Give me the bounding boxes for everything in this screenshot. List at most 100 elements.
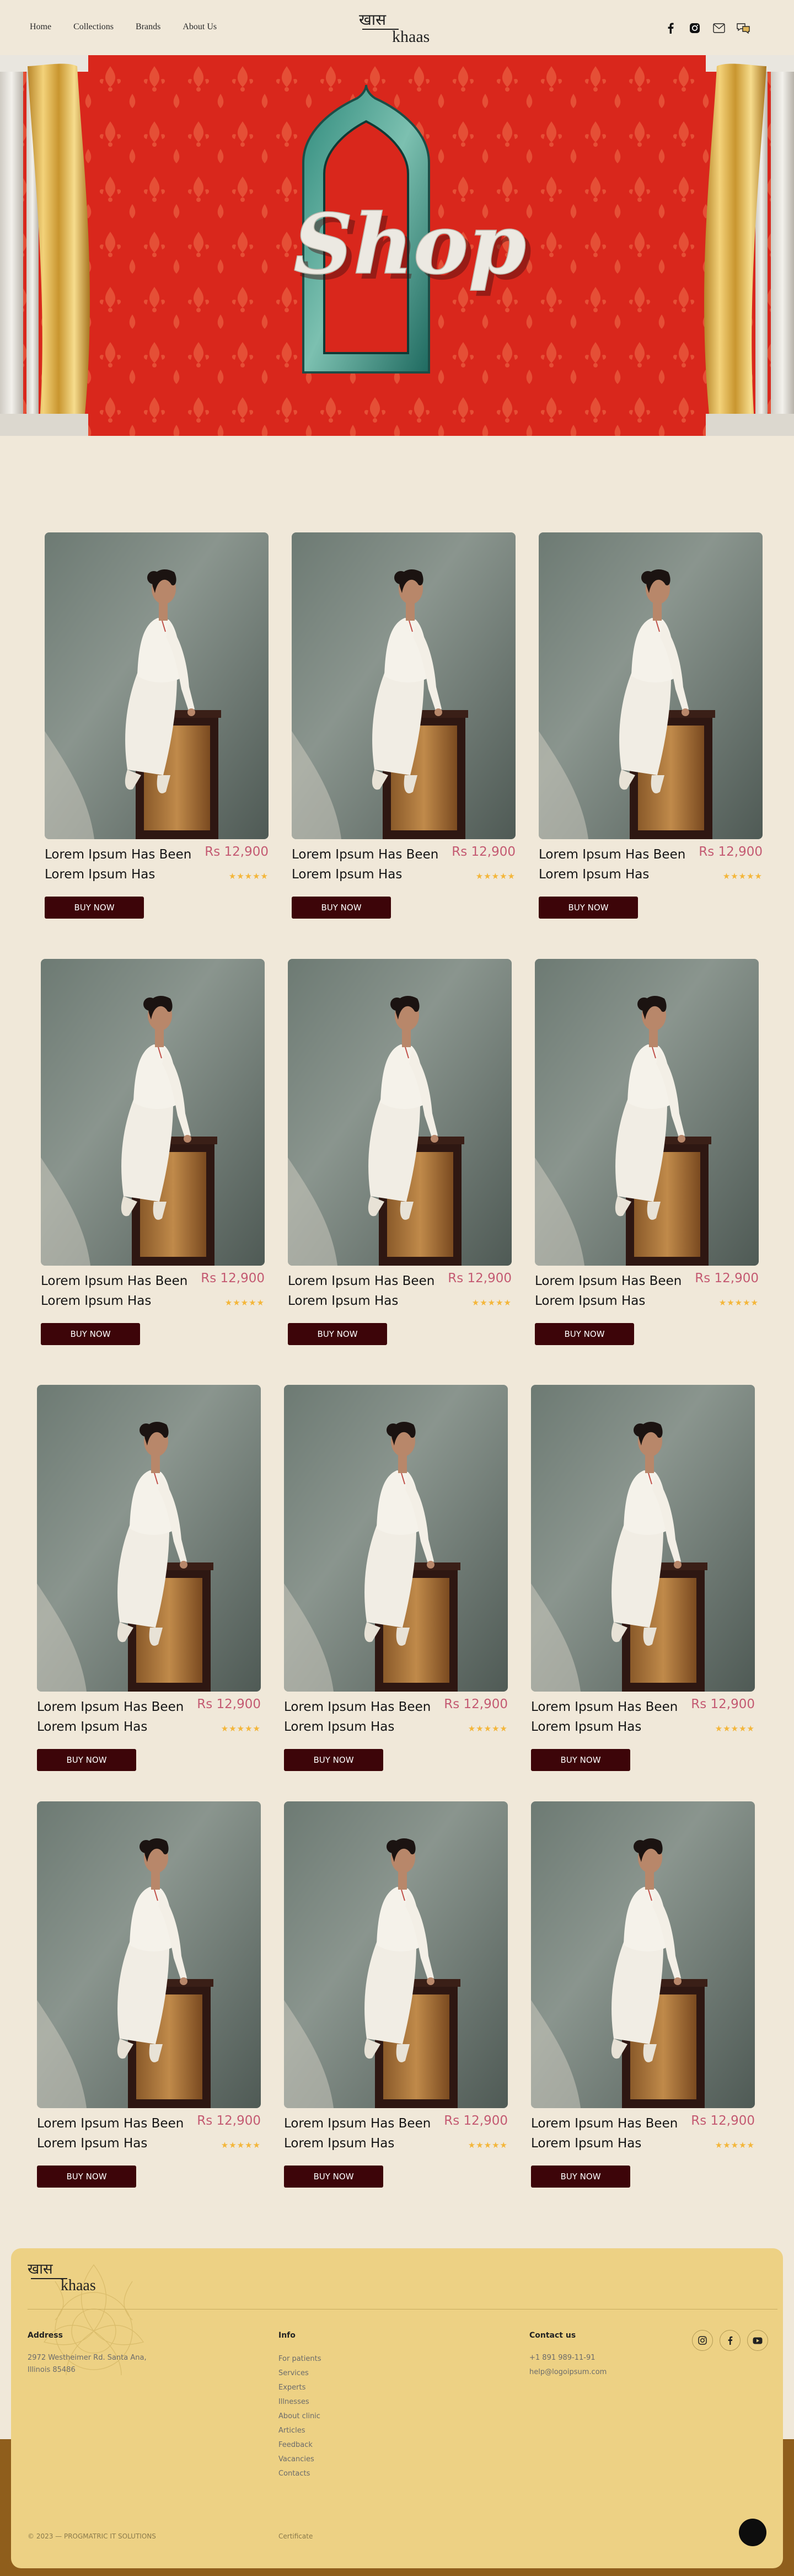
footer-link-experts[interactable]: Experts [278,2381,321,2395]
product-card[interactable]: Lorem Ipsum Has Been Lorem Ipsum Has Rs … [37,1385,261,1771]
buy-now-button[interactable]: BUY NOW [292,897,391,919]
footer-contact-phone[interactable]: +1 891 989-11-91 [529,2352,607,2364]
scroll-to-top-button[interactable] [739,2519,766,2546]
facebook-icon[interactable] [720,2330,741,2351]
product-price: Rs 12,900 [448,1271,512,1286]
product-card[interactable]: Lorem Ipsum Has Been Lorem Ipsum Has Rs … [535,959,759,1345]
buy-now-button[interactable]: BUY NOW [41,1323,140,1345]
chat-icon[interactable] [736,21,750,35]
star-rating: ★★★★★ [715,1724,755,1734]
footer-link-services[interactable]: Services [278,2366,321,2381]
product-card[interactable]: Lorem Ipsum Has Been Lorem Ipsum Has Rs … [284,1385,508,1771]
product-name[interactable]: Lorem Ipsum Has Been Lorem Ipsum Has [284,1697,438,1737]
nav-links: Home Collections Brands About Us [30,22,217,32]
product-card[interactable]: Lorem Ipsum Has Been Lorem Ipsum Has Rs … [292,532,516,919]
buy-now-button[interactable]: BUY NOW [531,2166,630,2188]
footer-info-heading: Info [278,2331,296,2340]
product-name[interactable]: Lorem Ipsum Has Been Lorem Ipsum Has [45,845,199,884]
product-image[interactable] [37,1385,261,1692]
product-name[interactable]: Lorem Ipsum Has Been Lorem Ipsum Has [37,2114,191,2153]
footer-link-for-patients[interactable]: For patients [278,2352,321,2366]
instagram-icon[interactable] [688,21,702,35]
footer-link-about-clinic[interactable]: About clinic [278,2409,321,2424]
product-price: Rs 12,900 [201,1271,265,1286]
product-image[interactable] [284,1385,508,1692]
product-image[interactable] [535,959,759,1266]
product-name[interactable]: Lorem Ipsum Has Been Lorem Ipsum Has [531,2114,685,2153]
buy-now-button[interactable]: BUY NOW [284,2166,383,2188]
buy-now-button[interactable]: BUY NOW [45,897,144,919]
footer-logo-hindi-text: खास [28,2261,53,2278]
product-name[interactable]: Lorem Ipsum Has Been Lorem Ipsum Has [292,845,446,884]
footer-contact-heading: Contact us [529,2331,576,2340]
product-image[interactable] [41,959,265,1266]
product-image[interactable] [531,1385,755,1692]
hero-illustration: Shop Shop [0,55,794,436]
hero-title: Shop [293,196,526,293]
footer-link-illnesses[interactable]: Illnesses [278,2395,321,2409]
product-image[interactable] [284,1801,508,2108]
star-rating: ★★★★★ [221,2141,261,2150]
star-rating: ★★★★★ [475,872,516,881]
product-name[interactable]: Lorem Ipsum Has Been Lorem Ipsum Has [41,1271,195,1311]
star-rating: ★★★★★ [221,1724,261,1734]
facebook-icon[interactable] [663,21,678,35]
product-image[interactable] [45,532,269,839]
product-price: Rs 12,900 [691,2114,755,2128]
product-name[interactable]: Lorem Ipsum Has Been Lorem Ipsum Has [539,845,693,884]
nav-link-brands[interactable]: Brands [136,22,160,32]
footer-brand-logo[interactable]: खास khaas [28,2258,110,2297]
footer-copyright: © 2023 — PROGMATRIC IT SOLUTIONS [28,2532,156,2540]
footer-link-feedback[interactable]: Feedback [278,2438,321,2452]
product-card[interactable]: Lorem Ipsum Has Been Lorem Ipsum Has Rs … [531,1801,755,2188]
product-name[interactable]: Lorem Ipsum Has Been Lorem Ipsum Has [531,1697,685,1737]
hero-banner: Shop Shop [0,55,794,436]
product-image[interactable] [37,1801,261,2108]
nav-social-icons [663,21,750,35]
buy-now-button[interactable]: BUY NOW [37,2166,136,2188]
nav-link-about-us[interactable]: About Us [183,22,217,32]
product-image[interactable] [288,959,512,1266]
product-card[interactable]: Lorem Ipsum Has Been Lorem Ipsum Has Rs … [539,532,763,919]
product-image[interactable] [531,1801,755,2108]
footer-certificate-link[interactable]: Certificate [278,2532,313,2540]
product-price: Rs 12,900 [452,845,516,859]
product-image[interactable] [292,532,516,839]
youtube-icon[interactable] [747,2330,768,2351]
footer-logo-english-text: khaas [61,2277,96,2294]
product-price: Rs 12,900 [699,845,763,859]
star-rating: ★★★★★ [471,1298,512,1308]
footer-address-heading: Address [28,2331,63,2340]
footer-divider [28,2309,777,2310]
instagram-icon[interactable] [692,2330,713,2351]
buy-now-button[interactable]: BUY NOW [531,1749,630,1771]
product-name[interactable]: Lorem Ipsum Has Been Lorem Ipsum Has [284,2114,438,2153]
product-card[interactable]: Lorem Ipsum Has Been Lorem Ipsum Has Rs … [37,1801,261,2188]
brand-logo[interactable]: खास khaas [359,9,442,47]
buy-now-button[interactable]: BUY NOW [37,1749,136,1771]
product-card[interactable]: Lorem Ipsum Has Been Lorem Ipsum Has Rs … [531,1385,755,1771]
product-card[interactable]: Lorem Ipsum Has Been Lorem Ipsum Has Rs … [284,1801,508,2188]
logo-hindi-text: खास [359,10,387,29]
product-image[interactable] [539,532,763,839]
nav-link-collections[interactable]: Collections [73,22,114,32]
product-card[interactable]: Lorem Ipsum Has Been Lorem Ipsum Has Rs … [288,959,512,1345]
star-rating: ★★★★★ [228,872,269,881]
footer-link-vacancies[interactable]: Vacancies [278,2452,321,2467]
product-name[interactable]: Lorem Ipsum Has Been Lorem Ipsum Has [288,1271,442,1311]
product-card[interactable]: Lorem Ipsum Has Been Lorem Ipsum Has Rs … [45,532,269,919]
footer-social-icons [692,2330,768,2351]
product-price: Rs 12,900 [197,2114,261,2128]
footer-contact-email[interactable]: help@logoipsum.com [529,2366,607,2378]
buy-now-button[interactable]: BUY NOW [288,1323,387,1345]
nav-link-home[interactable]: Home [30,22,51,32]
footer-link-contacts[interactable]: Contacts [278,2467,321,2481]
footer-link-articles[interactable]: Articles [278,2424,321,2438]
product-name[interactable]: Lorem Ipsum Has Been Lorem Ipsum Has [37,1697,191,1737]
buy-now-button[interactable]: BUY NOW [539,897,638,919]
product-card[interactable]: Lorem Ipsum Has Been Lorem Ipsum Has Rs … [41,959,265,1345]
buy-now-button[interactable]: BUY NOW [535,1323,634,1345]
buy-now-button[interactable]: BUY NOW [284,1749,383,1771]
mail-icon[interactable] [712,21,726,35]
product-name[interactable]: Lorem Ipsum Has Been Lorem Ipsum Has [535,1271,689,1311]
